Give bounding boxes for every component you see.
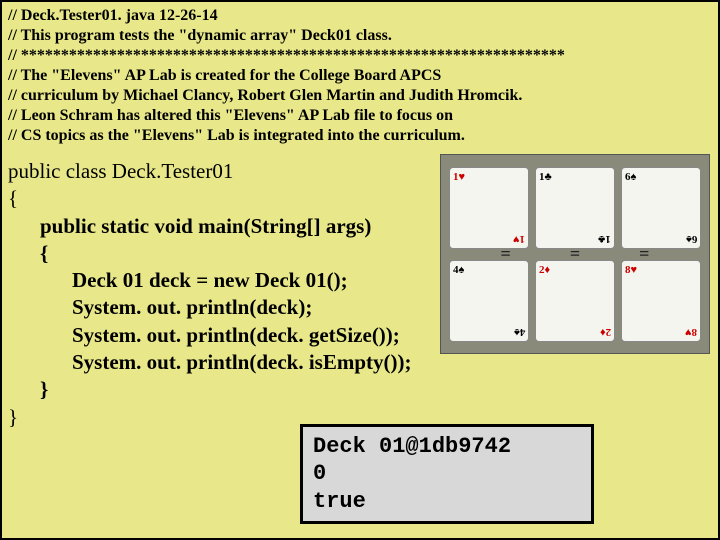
output-line: 0: [313, 460, 581, 488]
playing-card: 1♣ 1♣: [535, 167, 615, 249]
header-comments: // Deck.Tester01. java 12-26-14 // This …: [2, 2, 718, 146]
playing-card: 6♠ 6♠: [621, 167, 701, 249]
card-rank: 1♥: [453, 171, 465, 183]
equals-row: = = =: [441, 244, 709, 265]
card-rank: 8♥: [685, 326, 697, 338]
playing-card: 4♠ 4♠: [449, 260, 529, 342]
cards-photo: 1♥ 1♥ 1♣ 1♣ 6♠ 6♠ 4♠ 4♠ 2♦ 2♦ 8♥ 8♥ = = …: [440, 154, 710, 354]
card-rank: 1♣: [539, 171, 552, 183]
card-rank: 2♦: [600, 326, 611, 338]
card-rank: 4♠: [453, 264, 464, 276]
output-line: true: [313, 488, 581, 516]
op-sign: =: [637, 244, 651, 265]
op-sign: =: [568, 244, 582, 265]
comment-line: // curriculum by Michael Clancy, Robert …: [8, 86, 712, 106]
card-rank: 6♠: [625, 171, 636, 183]
card-row-top: 1♥ 1♥ 1♣ 1♣ 6♠ 6♠: [449, 163, 701, 252]
output-line: Deck 01@1db9742: [313, 433, 581, 461]
code-line: }: [8, 376, 712, 403]
card-row-bottom: 4♠ 4♠ 2♦ 2♦ 8♥ 8♥: [449, 256, 701, 345]
comment-line: // This program tests the "dynamic array…: [8, 26, 712, 46]
op-sign: =: [499, 244, 513, 265]
playing-card: 1♥ 1♥: [449, 167, 529, 249]
playing-card: 2♦ 2♦: [535, 260, 615, 342]
playing-card: 8♥ 8♥: [621, 260, 701, 342]
comment-line: // CS topics as the "Elevens" Lab is int…: [8, 126, 712, 146]
card-rank: 4♠: [514, 326, 525, 338]
console-output: Deck 01@1db9742 0 true: [300, 424, 594, 525]
card-rank: 2♦: [539, 264, 550, 276]
comment-line: // The "Elevens" AP Lab is created for t…: [8, 66, 712, 86]
card-rank: 8♥: [625, 264, 637, 276]
comment-line: // *************************************…: [8, 46, 712, 66]
comment-line: // Deck.Tester01. java 12-26-14: [8, 6, 712, 26]
comment-line: // Leon Schram has altered this "Elevens…: [8, 106, 712, 126]
